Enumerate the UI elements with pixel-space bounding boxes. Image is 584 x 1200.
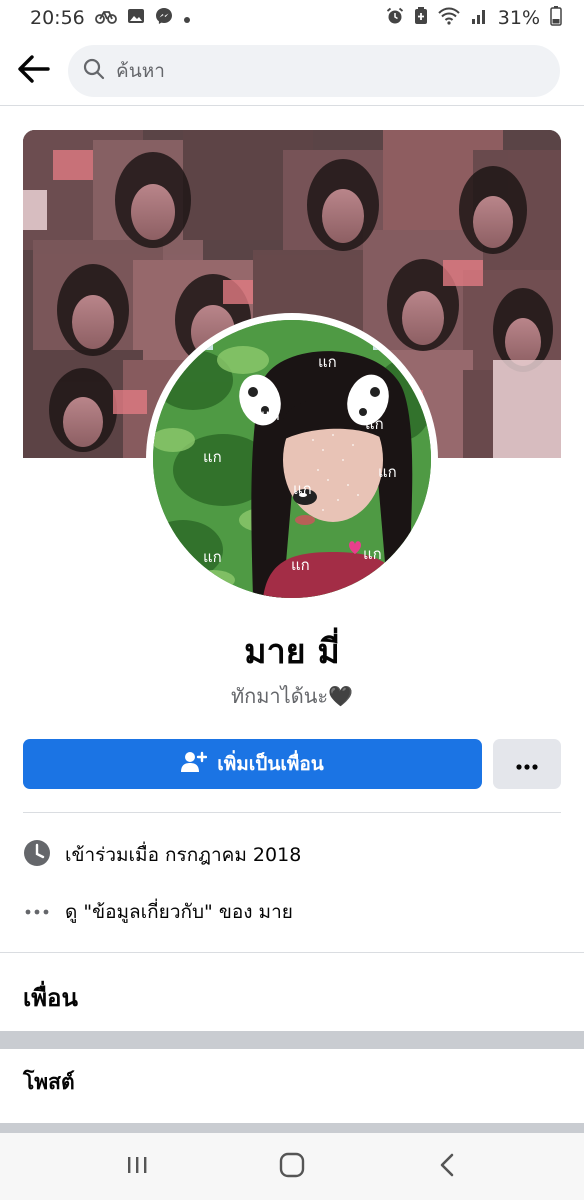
image-icon [127, 8, 145, 28]
chevron-left-icon [439, 1153, 455, 1181]
add-friend-icon [181, 750, 208, 779]
search-header: ค้นหา [0, 36, 584, 106]
clock-icon [23, 839, 51, 872]
dot-icon [183, 9, 191, 28]
back-button[interactable] [0, 36, 68, 106]
battery-icon [550, 6, 562, 30]
status-time: 20:56 [30, 7, 85, 29]
profile-bio: ทักมาได้นะ🖤 [230, 684, 354, 708]
posts-section-title: โพสต์ [23, 1070, 75, 1094]
divider [23, 812, 561, 813]
status-bar: 20:56 31% [0, 0, 584, 36]
status-right: 31% [386, 6, 562, 30]
status-left: 20:56 [30, 7, 191, 29]
section-separator [0, 1031, 584, 1049]
more-dots-icon [23, 909, 51, 915]
see-about-info-row[interactable]: ดู "ข้อมูลเกี่ยวกับ" ของ มาย [23, 895, 561, 929]
avatar-overlay-text: แก [363, 545, 382, 563]
avatar-overlay-text: แก [365, 415, 384, 433]
search-placeholder: ค้นหา [116, 59, 165, 82]
alarm-icon [386, 7, 404, 29]
battery-percent: 31% [497, 7, 540, 29]
search-icon [82, 57, 106, 85]
back-arrow-icon [18, 54, 50, 87]
avatar-overlay-text: แก [378, 463, 397, 481]
battery-saver-icon [414, 7, 428, 29]
back-nav-button[interactable] [417, 1142, 477, 1192]
joined-info-row: เข้าร่วมเมื่อ กรกฎาคม 2018 [23, 838, 561, 872]
avatar-overlay-text: แก [293, 480, 312, 498]
home-icon [279, 1152, 305, 1182]
recent-apps-button[interactable] [107, 1142, 167, 1192]
section-separator [0, 1123, 584, 1133]
add-friend-label: เพิ่มเป็นเพื่อน [217, 753, 324, 775]
more-options-button[interactable] [493, 739, 561, 789]
messenger-icon [155, 7, 173, 29]
system-nav-bar [0, 1133, 584, 1200]
search-input[interactable]: ค้นหา [68, 44, 560, 97]
avatar: แก แก แก แก แก แก แก แก แก [153, 320, 431, 598]
joined-text: เข้าร่วมเมื่อ กรกฎาคม 2018 [65, 844, 302, 866]
more-dots-icon [516, 755, 538, 774]
avatar-overlay-text: แก [203, 548, 222, 566]
bike-icon [94, 8, 117, 28]
friends-section-title[interactable]: เพื่อน [23, 978, 78, 1017]
avatar-overlay-text: แก [261, 406, 280, 424]
add-friend-button[interactable]: เพิ่มเป็นเพื่อน [23, 739, 482, 789]
avatar-overlay-text: แก [291, 556, 310, 574]
avatar-overlay-text: แก [203, 448, 222, 466]
wifi-icon [438, 7, 460, 29]
home-button[interactable] [262, 1142, 322, 1192]
avatar-overlay-text: แก [318, 353, 337, 371]
profile-picture[interactable]: แก แก แก แก แก แก แก แก แก [146, 313, 438, 605]
signal-icon [470, 7, 488, 29]
divider [0, 952, 584, 953]
profile-name: มาย มี่ [244, 632, 340, 672]
see-about-text: ดู "ข้อมูลเกี่ยวกับ" ของ มาย [65, 901, 293, 923]
recent-apps-icon [126, 1155, 148, 1179]
